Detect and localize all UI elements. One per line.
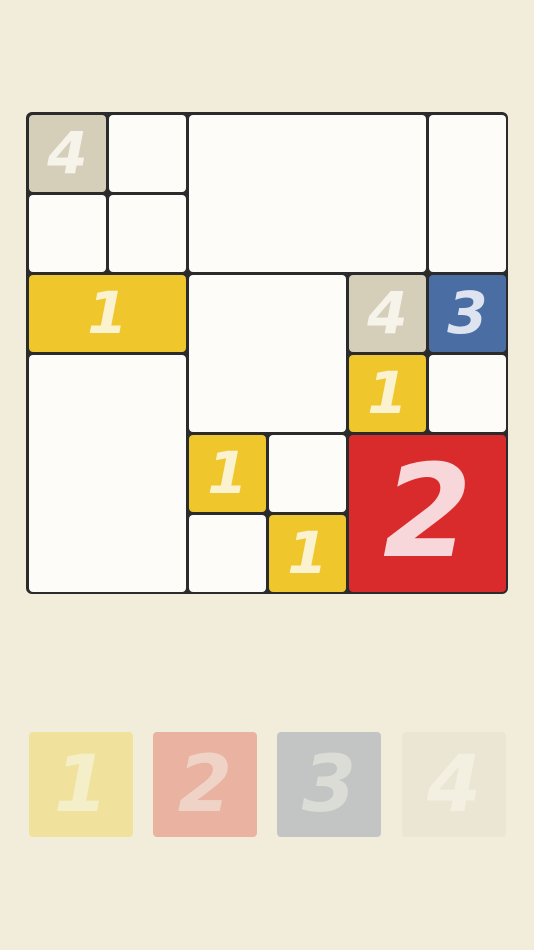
board-cell-f4[interactable] (429, 355, 506, 432)
board-cell-e3[interactable]: 4 (349, 275, 426, 352)
palette-tile-1[interactable]: 1 (29, 732, 133, 837)
cell-number: 1 (367, 359, 408, 428)
palette-tile-3[interactable]: 3 (277, 732, 381, 837)
cell-number: 1 (87, 279, 128, 348)
cell-number: 3 (447, 279, 488, 348)
board-cell-c5[interactable]: 1 (189, 435, 266, 512)
board-cell-a2[interactable] (29, 195, 106, 272)
board-cell-a4[interactable] (29, 355, 186, 592)
palette-tile-4[interactable]: 4 (402, 732, 506, 837)
board-cell-e5[interactable]: 2 (349, 435, 506, 592)
cell-number: 4 (367, 279, 408, 348)
board-cell-c6[interactable] (189, 515, 266, 592)
board-cell-f1[interactable] (429, 115, 506, 272)
board-cell-a1[interactable]: 4 (29, 115, 106, 192)
board-cell-c3[interactable] (189, 275, 346, 432)
cell-number: 1 (207, 439, 248, 508)
palette-number: 2 (177, 739, 233, 830)
board-cell-e4[interactable]: 1 (349, 355, 426, 432)
cell-number: 4 (47, 119, 88, 188)
palette-tile-2[interactable]: 2 (153, 732, 257, 837)
board-cell-d6[interactable]: 1 (269, 515, 346, 592)
board-cell-b1[interactable] (109, 115, 186, 192)
cell-number: 1 (287, 519, 328, 588)
board-cell-c1[interactable] (189, 115, 426, 272)
puzzle-board: 41431121 (26, 112, 508, 594)
palette-number: 1 (53, 739, 109, 830)
board-cell-f3[interactable]: 3 (429, 275, 506, 352)
palette-number: 3 (301, 739, 357, 830)
palette-number: 4 (426, 739, 482, 830)
board-cell-a3[interactable]: 1 (29, 275, 186, 352)
board-cell-d5[interactable] (269, 435, 346, 512)
board-cell-b2[interactable] (109, 195, 186, 272)
cell-number: 2 (382, 438, 472, 588)
